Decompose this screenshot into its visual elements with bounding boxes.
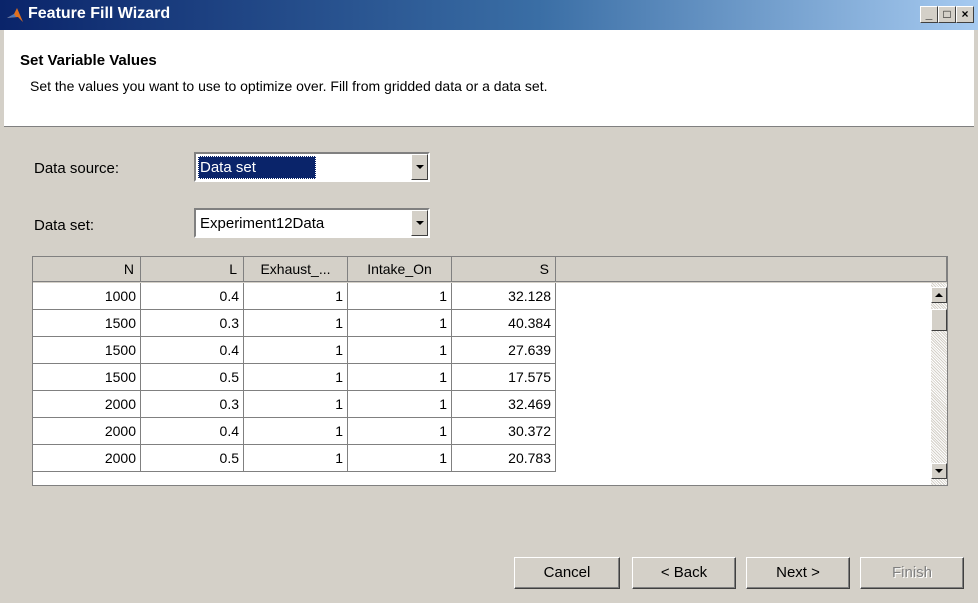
- table-cell[interactable]: 0.3: [141, 391, 244, 418]
- table-cell[interactable]: 2000: [33, 391, 141, 418]
- table-cell[interactable]: 17.575: [452, 364, 556, 391]
- table-cell[interactable]: 1: [348, 283, 452, 310]
- table-cell[interactable]: 1: [348, 391, 452, 418]
- table-cell[interactable]: 2000: [33, 445, 141, 472]
- table-cell[interactable]: 40.384: [452, 310, 556, 337]
- column-header-filler: [556, 257, 947, 282]
- back-button[interactable]: < Back: [632, 557, 736, 589]
- table-cell[interactable]: 1: [244, 391, 348, 418]
- table-row[interactable]: 1500 0.3 1 1 40.384: [33, 310, 563, 337]
- chevron-down-icon[interactable]: [411, 210, 428, 236]
- table-cell[interactable]: 1500: [33, 337, 141, 364]
- table-cell[interactable]: 1000: [33, 283, 141, 310]
- matlab-logo-icon: [7, 8, 23, 22]
- minimize-button[interactable]: _: [920, 6, 938, 23]
- table-cell[interactable]: 1: [348, 445, 452, 472]
- table-cell[interactable]: 0.3: [141, 310, 244, 337]
- scroll-down-icon[interactable]: [931, 463, 947, 479]
- table-cell[interactable]: 1: [244, 445, 348, 472]
- cancel-button[interactable]: Cancel: [514, 557, 620, 589]
- data-set-value: Experiment12Data: [200, 215, 325, 232]
- finish-button[interactable]: Finish: [860, 557, 964, 589]
- page-description: Set the values you want to use to optimi…: [30, 78, 548, 94]
- next-button[interactable]: Next >: [746, 557, 850, 589]
- vertical-scrollbar[interactable]: [931, 283, 947, 485]
- table-row[interactable]: 1000 0.4 1 1 32.128: [33, 283, 563, 310]
- column-header[interactable]: L: [141, 257, 244, 282]
- table-row[interactable]: 1500 0.5 1 1 17.575: [33, 364, 563, 391]
- table-cell[interactable]: 0.4: [141, 283, 244, 310]
- wizard-header: Set Variable Values Set the values you w…: [4, 30, 974, 127]
- table-row[interactable]: 1500 0.4 1 1 27.639: [33, 337, 563, 364]
- data-source-label: Data source:: [34, 160, 120, 177]
- data-table[interactable]: N L Exhaust_... Intake_On S 1000 0.4 1 1 32.…: [32, 256, 948, 486]
- table-cell[interactable]: 2000: [33, 418, 141, 445]
- table-cell[interactable]: 1: [244, 337, 348, 364]
- table-cell[interactable]: 1: [244, 364, 348, 391]
- data-source-value: Data set: [198, 156, 316, 179]
- title-bar: Feature Fill Wizard _ □ ×: [0, 0, 978, 30]
- scroll-up-icon[interactable]: [931, 287, 947, 303]
- maximize-button[interactable]: □: [938, 6, 956, 23]
- table-cell[interactable]: 32.128: [452, 283, 556, 310]
- page-title: Set Variable Values: [20, 52, 157, 69]
- data-set-label: Data set:: [34, 217, 95, 234]
- table-cell[interactable]: 32.469: [452, 391, 556, 418]
- table-cell[interactable]: 20.783: [452, 445, 556, 472]
- table-cell[interactable]: 1500: [33, 364, 141, 391]
- table-cell[interactable]: 1500: [33, 310, 141, 337]
- column-header[interactable]: S: [452, 257, 556, 282]
- table-cell[interactable]: 1: [244, 418, 348, 445]
- table-cell[interactable]: 0.4: [141, 418, 244, 445]
- table-cell[interactable]: 0.5: [141, 445, 244, 472]
- window-title: Feature Fill Wizard: [28, 5, 171, 22]
- data-set-dropdown[interactable]: Experiment12Data: [194, 208, 430, 238]
- chevron-down-icon[interactable]: [411, 154, 428, 180]
- table-cell[interactable]: 0.5: [141, 364, 244, 391]
- table-row[interactable]: 2000 0.5 1 1 20.783: [33, 445, 563, 472]
- column-header[interactable]: Exhaust_...: [244, 257, 348, 282]
- scrollbar-thumb[interactable]: [931, 309, 947, 331]
- data-source-dropdown[interactable]: Data set: [194, 152, 430, 182]
- table-cell[interactable]: 30.372: [452, 418, 556, 445]
- table-row[interactable]: 2000 0.4 1 1 30.372: [33, 418, 563, 445]
- table-cell[interactable]: 1: [348, 364, 452, 391]
- table-cell[interactable]: 1: [348, 418, 452, 445]
- table-cell[interactable]: 1: [244, 283, 348, 310]
- table-header: N L Exhaust_... Intake_On S: [33, 257, 947, 283]
- table-cell[interactable]: 1: [244, 310, 348, 337]
- table-cell[interactable]: 0.4: [141, 337, 244, 364]
- column-header[interactable]: Intake_On: [348, 257, 452, 282]
- table-body: 1000 0.4 1 1 32.128 1500 0.3 1 1 40.384 1500 0.4 1 1 2…: [33, 283, 563, 472]
- table-cell[interactable]: 27.639: [452, 337, 556, 364]
- table-row[interactable]: 2000 0.3 1 1 32.469: [33, 391, 563, 418]
- table-cell[interactable]: 1: [348, 310, 452, 337]
- column-header[interactable]: N: [33, 257, 141, 282]
- close-button[interactable]: ×: [956, 6, 974, 23]
- table-cell[interactable]: 1: [348, 337, 452, 364]
